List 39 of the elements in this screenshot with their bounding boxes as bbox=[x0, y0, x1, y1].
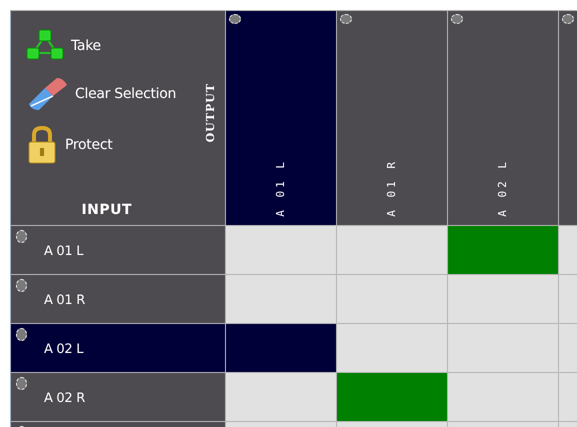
output-column-header[interactable]: A 02 L bbox=[448, 11, 558, 225]
output-label: A 02 L bbox=[494, 159, 510, 217]
crosspoint-cell[interactable] bbox=[448, 324, 558, 372]
output-heading: OUTPUT bbox=[202, 83, 218, 142]
crosspoint-cell[interactable] bbox=[448, 373, 558, 421]
status-dot-icon bbox=[340, 14, 352, 24]
input-row-header[interactable]: A 02 R bbox=[11, 373, 225, 421]
crosspoint-cell[interactable] bbox=[226, 275, 336, 323]
input-label: A 01 L bbox=[44, 244, 84, 259]
output-label: A 01 L bbox=[272, 159, 288, 217]
status-dot-icon bbox=[16, 279, 27, 292]
input-row-header[interactable]: A 01 L bbox=[11, 226, 225, 274]
status-dot-icon bbox=[562, 14, 574, 24]
output-column-header[interactable]: A 01 L bbox=[226, 11, 336, 225]
input-label: A 01 R bbox=[44, 293, 85, 308]
status-dot-icon bbox=[16, 377, 27, 390]
protect-button[interactable]: Protect bbox=[11, 121, 202, 169]
crosspoint-cell[interactable] bbox=[337, 275, 447, 323]
crosspoint-cell[interactable] bbox=[226, 324, 336, 372]
crosspoint-cell[interactable] bbox=[226, 373, 336, 421]
input-label: A 02 R bbox=[44, 391, 85, 406]
crosspoint-cell[interactable] bbox=[226, 226, 336, 274]
status-dot-icon bbox=[451, 14, 463, 24]
crosspoint-connected[interactable] bbox=[448, 226, 558, 274]
crosspoint-cell[interactable] bbox=[337, 324, 447, 372]
status-dot-icon bbox=[16, 230, 27, 243]
input-label: A 02 L bbox=[44, 342, 84, 357]
output-column-header[interactable]: A 01 R bbox=[337, 11, 447, 225]
status-dot-icon bbox=[16, 328, 27, 341]
crosspoint-connected[interactable] bbox=[337, 373, 447, 421]
take-button[interactable]: Take bbox=[11, 25, 202, 67]
crosspoint-cell[interactable] bbox=[448, 275, 558, 323]
status-dot-icon bbox=[229, 14, 241, 24]
input-heading: INPUT bbox=[81, 201, 132, 220]
input-row-header[interactable]: A 02 L bbox=[11, 324, 225, 372]
crosspoint-cell[interactable] bbox=[337, 226, 447, 274]
output-label: A 01 R bbox=[384, 159, 399, 217]
clear-button[interactable]: Clear Selection bbox=[11, 73, 202, 115]
input-row-header[interactable]: A 01 R bbox=[11, 275, 225, 323]
